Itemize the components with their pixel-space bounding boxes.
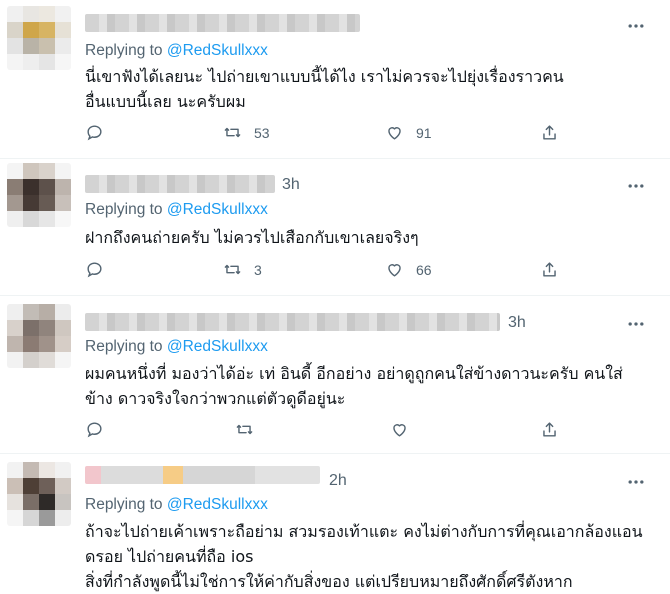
share-icon [543, 125, 556, 140]
retweet-icon [224, 264, 241, 275]
tweet-text: ฝากถึงคนถ่ายครับ ไม่ควรไปเสือกกับเขาเลยจ… [85, 228, 419, 247]
replying-to: Replying to @RedSkullxxx [85, 338, 268, 356]
more-icon[interactable] [626, 472, 646, 492]
replying-label: Replying to [85, 42, 167, 59]
retweet-button[interactable]: 3 [223, 260, 262, 279]
like-count: 91 [416, 124, 432, 141]
display-name-redacted[interactable] [85, 175, 275, 193]
like-button[interactable] [390, 420, 409, 439]
display-name-redacted[interactable] [85, 313, 500, 331]
like-icon [388, 127, 401, 140]
avatar[interactable] [7, 304, 71, 368]
retweet-button[interactable] [235, 420, 254, 439]
tweet-text-line: ถ้าจะไปถ่ายเค้าเพราะถือย่าม สวมรองเท้าแต… [85, 522, 643, 541]
reply-icon [87, 422, 102, 438]
like-button[interactable]: 91 [385, 123, 432, 142]
share-icon [543, 422, 556, 437]
avatar[interactable] [7, 163, 71, 227]
display-name-redacted[interactable] [85, 466, 320, 484]
tweet-actions [85, 420, 565, 442]
avatar[interactable] [7, 6, 71, 70]
more-icon[interactable] [626, 176, 646, 196]
tweet-text-line: ดรอย ไปถ่ายคนที่ถือ ios [85, 547, 254, 566]
reply-button[interactable] [85, 420, 104, 439]
retweet-count: 53 [254, 124, 270, 141]
tweet-text: ผมคนหนึ่งที่ มองว่าได้อ่ะ เท่ อินดี้ อีก… [85, 364, 623, 408]
tweet-4[interactable]: 2h Replying to @RedSkullxxx ถ้าจะไปถ่ายเ… [0, 454, 670, 592]
share-button[interactable] [540, 420, 559, 439]
tweet-actions: 3 66 [85, 260, 565, 282]
avatar[interactable] [7, 462, 71, 526]
replying-label: Replying to [85, 338, 167, 355]
share-button[interactable] [540, 260, 559, 279]
reply-handle-link[interactable]: @RedSkullxxx [167, 338, 268, 355]
reply-icon [87, 262, 102, 278]
retweet-count: 3 [254, 261, 262, 278]
share-icon [543, 262, 556, 277]
reply-handle-link[interactable]: @RedSkullxxx [167, 42, 268, 59]
replying-to: Replying to @RedSkullxxx [85, 201, 268, 219]
tweet-2[interactable]: 3h Replying to @RedSkullxxx ฝากถึงคนถ่าย… [0, 159, 670, 296]
tweet-text-line: สิ่งที่กำลังพูดนี้ไม่ใช่การให้ค่ากับสิ่ง… [85, 572, 573, 591]
tweet-timestamp[interactable]: 3h [508, 314, 526, 332]
tweet-text: นี่เขาฟังได้เลยนะ ไปถ่ายเขาแบบนี้ได้ไง เ… [85, 67, 564, 111]
reply-button[interactable] [85, 123, 104, 142]
share-button[interactable] [540, 123, 559, 142]
retweet-icon [236, 424, 253, 435]
tweet-text: ถ้าจะไปถ่ายเค้าเพราะถือย่าม สวมรองเท้าแต… [85, 519, 650, 594]
reply-handle-link[interactable]: @RedSkullxxx [167, 496, 268, 513]
replying-to: Replying to @RedSkullxxx [85, 496, 268, 514]
retweet-icon [224, 127, 241, 138]
retweet-button[interactable]: 53 [223, 123, 270, 142]
reply-handle-link[interactable]: @RedSkullxxx [167, 201, 268, 218]
like-count: 66 [416, 261, 432, 278]
more-icon[interactable] [626, 314, 646, 334]
like-icon [388, 264, 401, 277]
tweet-3[interactable]: 3h Replying to @RedSkullxxx ผมคนหนึ่งที่… [0, 296, 670, 454]
tweet-1[interactable]: Replying to @RedSkullxxx นี่เขาฟังได้เลย… [0, 0, 670, 159]
tweet-timestamp[interactable]: 3h [282, 176, 300, 194]
tweet-actions: 53 91 [85, 123, 565, 145]
display-name-redacted[interactable] [85, 14, 360, 32]
more-icon[interactable] [626, 16, 646, 36]
replying-to: Replying to @RedSkullxxx [85, 42, 268, 60]
reply-icon [87, 125, 102, 141]
like-button[interactable]: 66 [385, 260, 432, 279]
replying-label: Replying to [85, 496, 167, 513]
tweet-timestamp[interactable]: 2h [329, 472, 347, 490]
reply-button[interactable] [85, 260, 104, 279]
replying-label: Replying to [85, 201, 167, 218]
like-icon [393, 424, 406, 437]
